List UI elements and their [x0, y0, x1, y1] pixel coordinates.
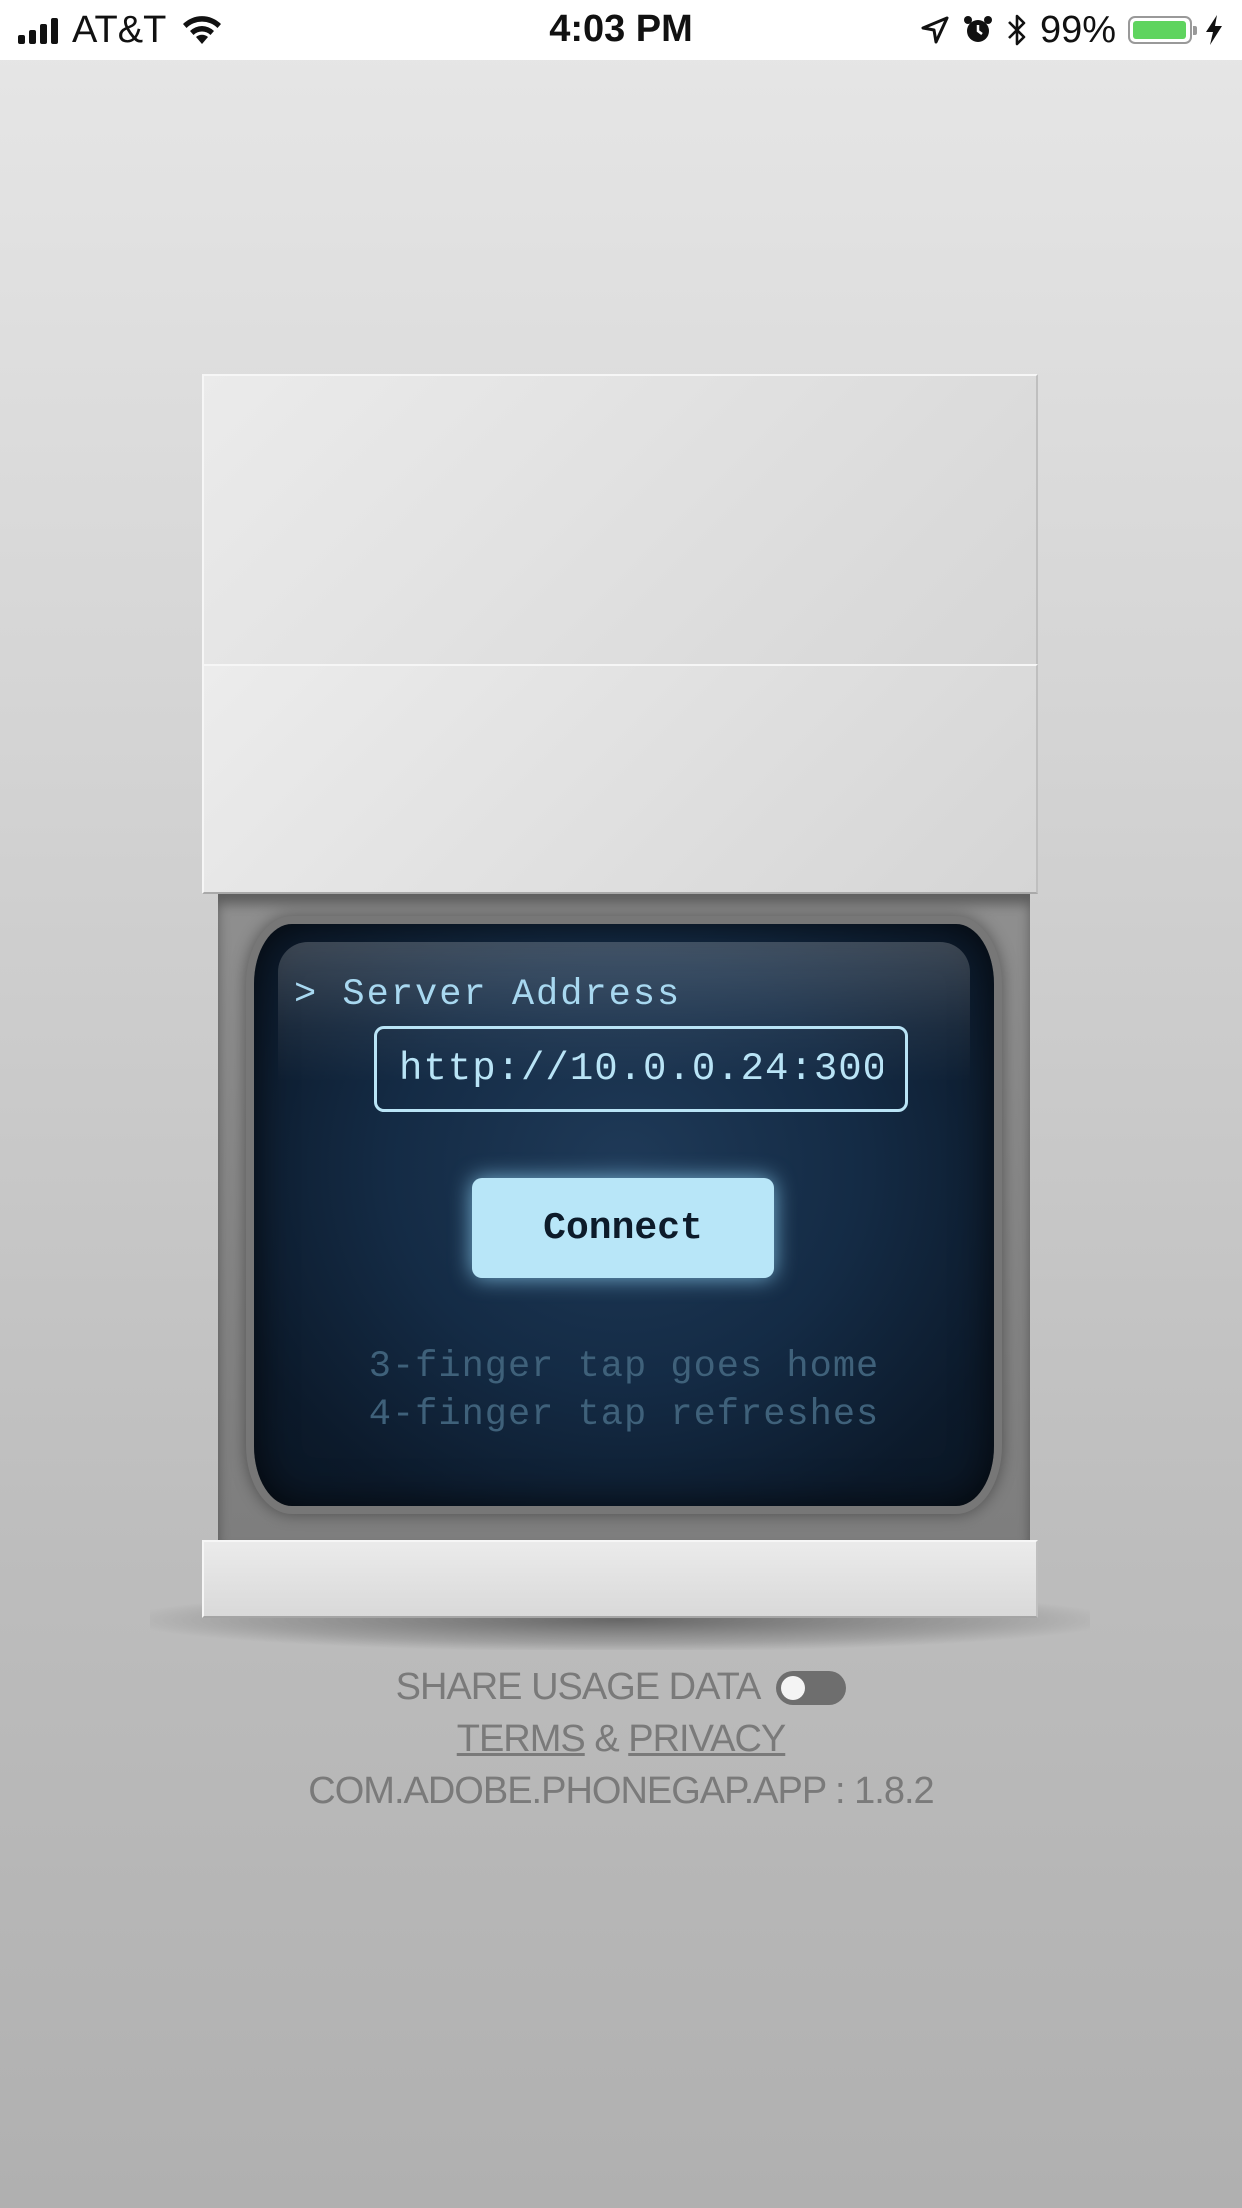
hint-refresh: 4-finger tap refreshes — [368, 1394, 880, 1436]
signal-icon — [18, 16, 58, 44]
ampersand: & — [594, 1718, 619, 1760]
monitor-bezel: > Server Address Connect 3-finger tap go… — [218, 894, 1030, 1540]
wifi-icon — [183, 16, 222, 44]
legal-links: TERMS & PRIVACY — [0, 1718, 1242, 1761]
server-address-input[interactable] — [374, 1026, 908, 1112]
battery-icon — [1128, 16, 1197, 44]
share-usage-toggle[interactable] — [776, 1670, 847, 1705]
toggle-knob — [781, 1675, 806, 1700]
share-usage-label: SHARE USAGE DATA — [395, 1666, 762, 1708]
status-bar: AT&T 4:03 PM 99% — [0, 0, 1242, 60]
device-bottom-panel — [202, 1540, 1038, 1618]
status-right: 99% — [920, 8, 1224, 52]
battery-percent: 99% — [1039, 8, 1116, 51]
share-usage-row: SHARE USAGE DATA — [0, 1666, 1242, 1709]
charging-icon — [1206, 15, 1222, 45]
server-address-label: > Server Address — [294, 974, 682, 1016]
device-top-panel — [202, 374, 1038, 664]
terms-link[interactable]: TERMS — [457, 1718, 586, 1760]
device-middle-panel — [202, 664, 1038, 894]
terminal-screen: > Server Address Connect 3-finger tap go… — [254, 924, 994, 1506]
alarm-icon — [963, 16, 992, 42]
app-version: COM.ADOBE.PHONEGAP.APP : 1.8.2 — [308, 1770, 934, 1812]
location-icon — [921, 16, 949, 44]
status-left: AT&T — [18, 8, 224, 52]
hint-home: 3-finger tap goes home — [368, 1346, 880, 1388]
privacy-link[interactable]: PRIVACY — [628, 1718, 786, 1760]
battery-level — [1133, 21, 1187, 39]
connect-button[interactable]: Connect — [472, 1178, 774, 1278]
bluetooth-icon — [1008, 14, 1026, 46]
carrier-label: AT&T — [72, 8, 167, 51]
